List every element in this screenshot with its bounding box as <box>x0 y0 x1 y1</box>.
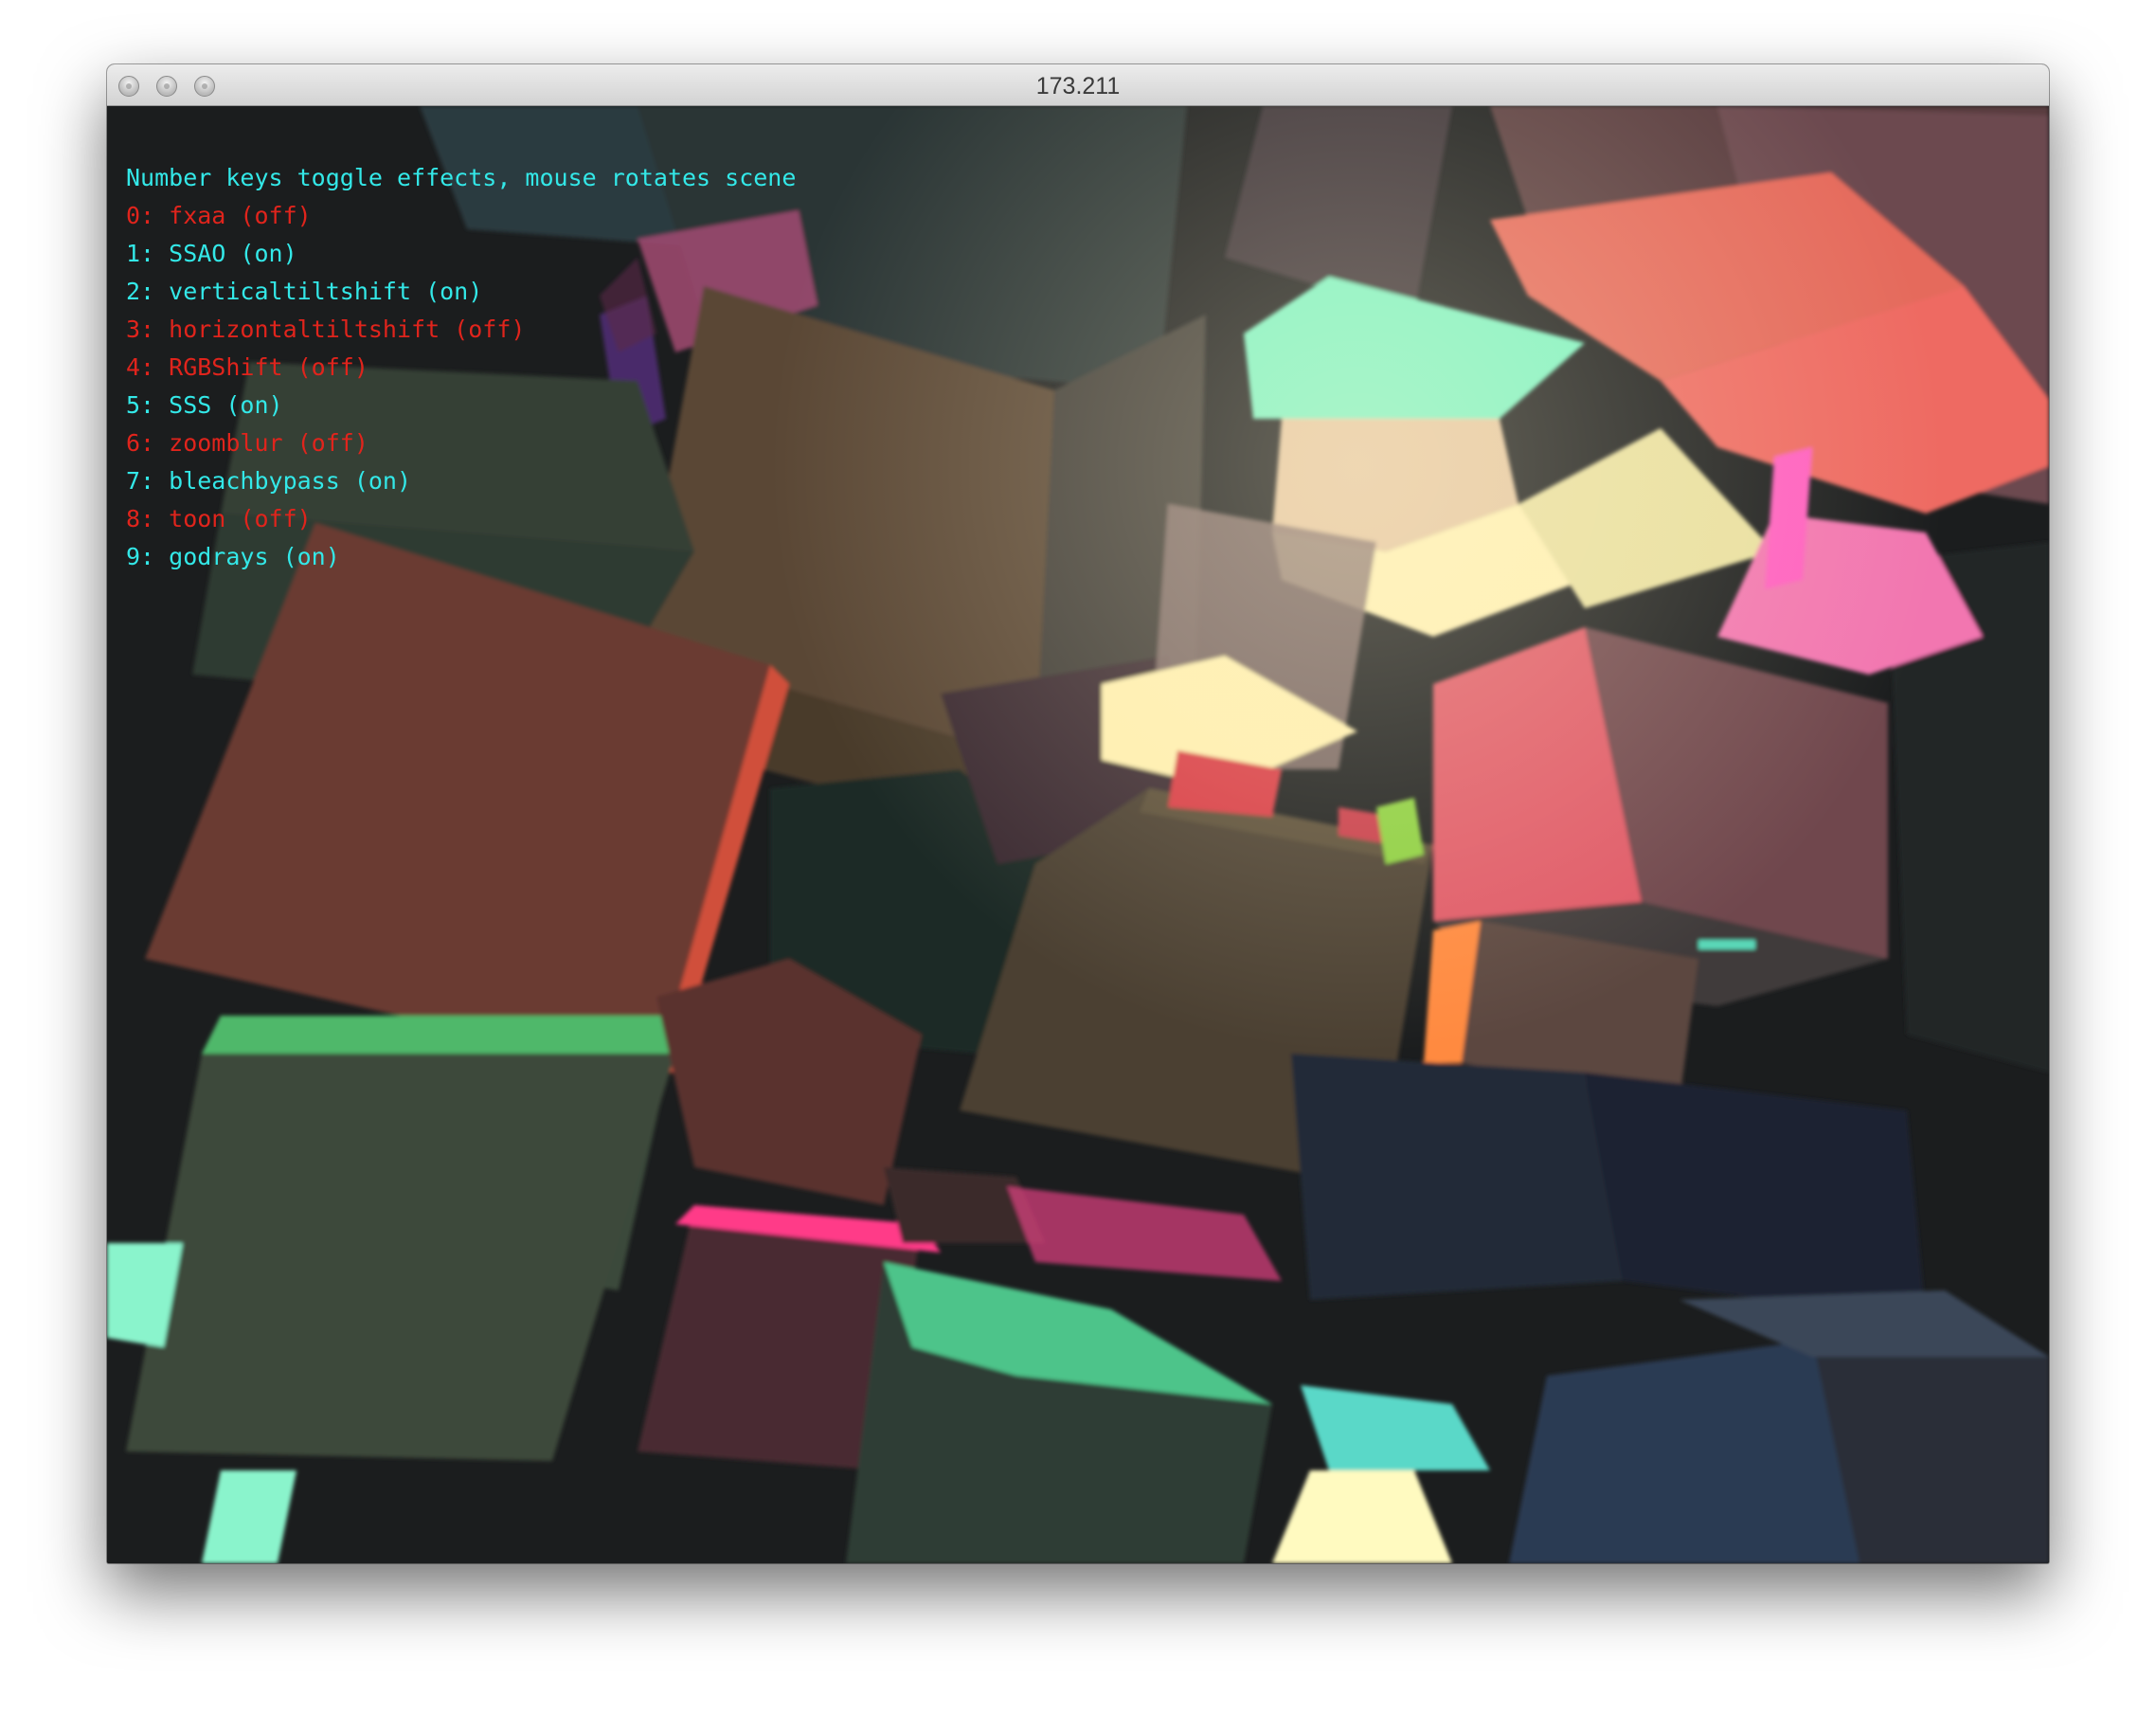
effect-ssao: 1: SSAO (on) <box>126 240 297 267</box>
app-window: 173.211 Number keys toggle effects, mous… <box>107 64 2049 1563</box>
effect-verticaltiltshift: 2: verticaltiltshift (on) <box>126 278 483 305</box>
effect-fxaa: 0: fxaa (off) <box>126 202 312 229</box>
window-title: 173.211 <box>1035 73 1121 99</box>
effect-zoomblur: 6: zoomblur (off) <box>126 429 368 457</box>
effect-horizontaltiltshift: 3: horizontaltiltshift (off) <box>126 316 526 343</box>
effect-godrays: 9: godrays (on) <box>126 543 340 570</box>
effects-overlay: Number keys toggle effects, mouse rotate… <box>126 159 796 576</box>
effect-bleachbypass: 7: bleachbypass (on) <box>126 467 412 495</box>
3d-scene-canvas[interactable]: Number keys toggle effects, mouse rotate… <box>107 106 2049 1563</box>
effect-toon: 8: toon (off) <box>126 505 312 532</box>
title-bar[interactable]: 173.211 <box>107 64 2049 106</box>
effect-rgbshift: 4: RGBShift (off) <box>126 353 368 381</box>
effect-sss: 5: SSS (on) <box>126 391 283 419</box>
hud-header: Number keys toggle effects, mouse rotate… <box>126 164 797 191</box>
